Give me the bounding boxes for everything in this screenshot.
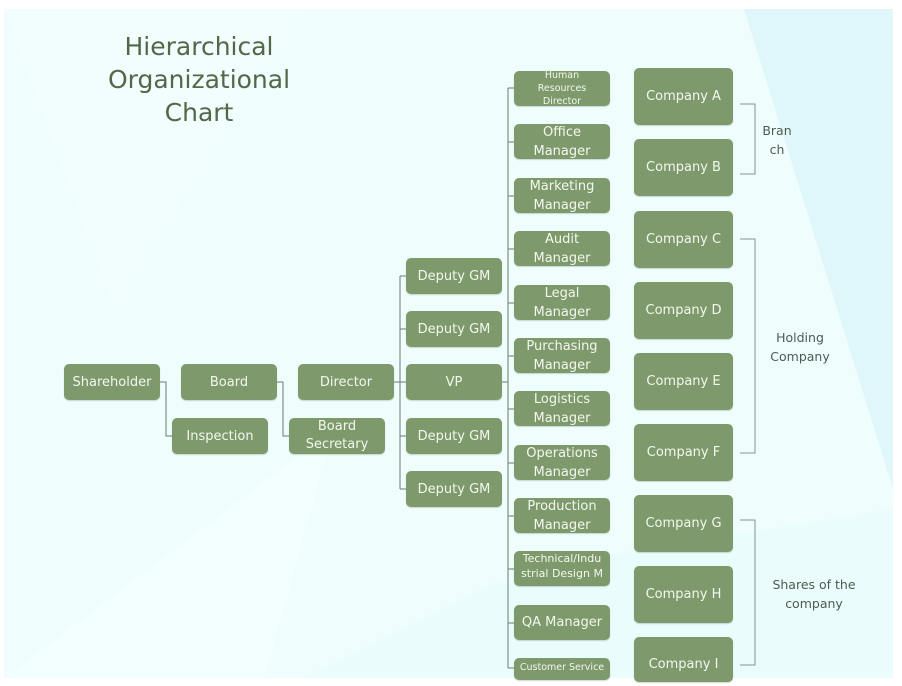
node-manager-legal[interactable]: Legal Manager bbox=[514, 285, 610, 320]
node-manager-marketing[interactable]: Marketing Manager bbox=[514, 178, 610, 213]
node-director[interactable]: Director bbox=[298, 364, 394, 400]
chart-title: Hierarchical Organizational Chart bbox=[80, 30, 318, 129]
node-company-c[interactable]: Company C bbox=[634, 211, 733, 268]
node-company-d[interactable]: Company D bbox=[634, 282, 733, 339]
node-deputy-gm-1[interactable]: Deputy GM bbox=[406, 258, 502, 294]
group-label-branch: Bran ch bbox=[762, 123, 792, 157]
node-manager-audit[interactable]: Audit Manager bbox=[514, 231, 610, 266]
node-shareholder[interactable]: Shareholder bbox=[64, 364, 160, 400]
node-manager-operations[interactable]: Operations Manager bbox=[514, 445, 610, 480]
group-label-holding-company: Holding Company bbox=[770, 330, 830, 364]
node-company-b[interactable]: Company B bbox=[634, 139, 733, 196]
node-company-e[interactable]: Company E bbox=[634, 353, 733, 410]
node-manager-hr-director[interactable]: Human Resources Director bbox=[514, 71, 610, 106]
node-company-h[interactable]: Company H bbox=[634, 566, 733, 623]
node-deputy-gm-3[interactable]: Deputy GM bbox=[406, 418, 502, 454]
node-manager-qa[interactable]: QA Manager bbox=[514, 605, 610, 640]
node-company-f[interactable]: Company F bbox=[634, 424, 733, 481]
node-deputy-gm-4[interactable]: Deputy GM bbox=[406, 471, 502, 507]
group-label-shares: Shares of the company bbox=[772, 577, 856, 611]
node-company-a[interactable]: Company A bbox=[634, 68, 733, 125]
node-inspection[interactable]: Inspection bbox=[172, 418, 268, 454]
node-manager-production[interactable]: Production Manager bbox=[514, 498, 610, 533]
node-vp[interactable]: VP bbox=[406, 364, 502, 400]
node-deputy-gm-2[interactable]: Deputy GM bbox=[406, 311, 502, 347]
node-manager-logistics[interactable]: Logistics Manager bbox=[514, 391, 610, 426]
node-manager-office[interactable]: Office Manager bbox=[514, 124, 610, 159]
title-line-1: Hierarchical bbox=[124, 32, 274, 61]
title-line-2: Organizational bbox=[107, 65, 291, 94]
node-manager-customer-service[interactable]: Customer Service bbox=[514, 658, 610, 680]
node-board[interactable]: Board bbox=[181, 364, 277, 400]
node-company-i[interactable]: Company I bbox=[634, 637, 733, 682]
node-manager-technical-design[interactable]: Technical/Industrial Design Ma... bbox=[514, 551, 610, 586]
node-manager-purchasing[interactable]: Purchasing Manager bbox=[514, 338, 610, 373]
title-line-3: Chart bbox=[164, 98, 234, 127]
node-company-g[interactable]: Company G bbox=[634, 495, 733, 552]
node-board-secretary[interactable]: Board Secretary bbox=[289, 418, 385, 454]
